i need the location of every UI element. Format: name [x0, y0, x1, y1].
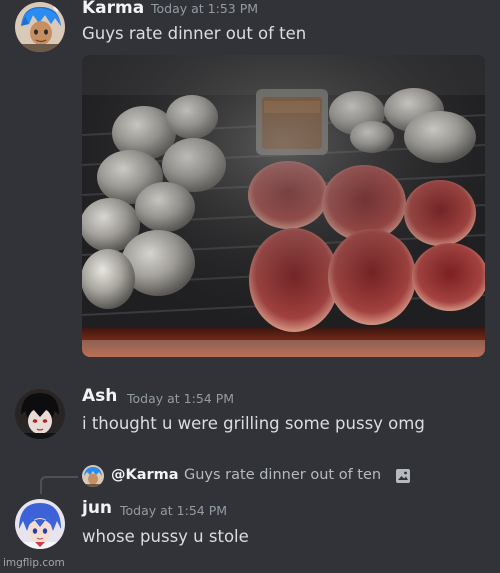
reply-username[interactable]: @Karma [111, 467, 179, 483]
message-text: i thought u were grilling some pussy omg [82, 414, 425, 433]
image-attachment[interactable] [82, 55, 485, 357]
reply-preview-text[interactable]: Guys rate dinner out of ten [184, 467, 381, 483]
reply-connector [40, 476, 78, 494]
username[interactable]: Ash [82, 386, 117, 406]
message-timestamp: Today at 1:54 PM [120, 503, 228, 518]
image-icon [395, 468, 411, 484]
message-text: Guys rate dinner out of ten [82, 24, 307, 43]
reply-avatar[interactable] [82, 465, 104, 487]
message-text: whose pussy u stole [82, 527, 249, 546]
message-timestamp: Today at 1:53 PM [151, 1, 259, 16]
message-timestamp: Today at 1:54 PM [127, 391, 235, 406]
username[interactable]: jun [82, 498, 112, 518]
chat-channel: Karma Today at 1:53 PM Guys rate dinner … [0, 0, 500, 573]
avatar[interactable] [15, 389, 65, 439]
username[interactable]: Karma [82, 0, 144, 18]
avatar[interactable] [15, 2, 65, 52]
avatar[interactable] [15, 499, 65, 549]
watermark: imgflip.com [3, 557, 65, 569]
